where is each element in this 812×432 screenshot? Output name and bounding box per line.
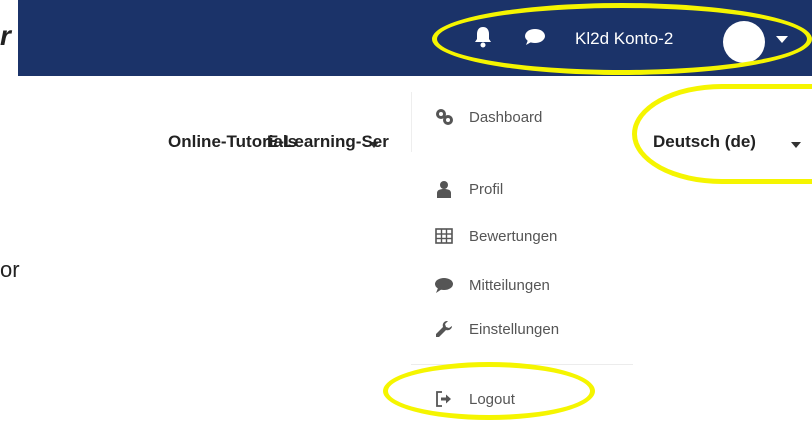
- menu-item-label: Dashboard: [469, 108, 543, 126]
- menu-item-label: Mitteilungen: [469, 276, 550, 294]
- user-icon: [434, 179, 454, 199]
- site-name-fragment[interactable]: r: [0, 22, 11, 50]
- menu-item-label: Bewertungen: [469, 227, 558, 245]
- menu-item-label: Einstellungen: [469, 320, 560, 338]
- menu-item-bewertungen[interactable]: Bewertungen: [434, 222, 557, 250]
- menu-item-dashboard[interactable]: Dashboard: [434, 103, 542, 131]
- highlight-language: [632, 84, 812, 184]
- menu-item-profil[interactable]: Profil: [434, 175, 503, 203]
- body-text-fragment: or: [0, 257, 20, 282]
- navbar-left-edge: r: [0, 0, 18, 76]
- nav-elearning-services[interactable]: E-Learning-Ser: [267, 132, 410, 152]
- wrench-icon: [434, 319, 454, 339]
- dashboard-icon: [434, 107, 454, 127]
- highlight-user-menu: [432, 3, 812, 75]
- highlight-logout: [383, 362, 595, 420]
- menu-item-mitteilungen[interactable]: Mitteilungen: [434, 271, 550, 299]
- menu-item-label: Profil: [469, 180, 504, 198]
- chat-icon: [434, 275, 454, 295]
- menu-item-einstellungen[interactable]: Einstellungen: [434, 315, 559, 343]
- dropdown-border: [411, 92, 412, 152]
- table-icon: [434, 226, 454, 246]
